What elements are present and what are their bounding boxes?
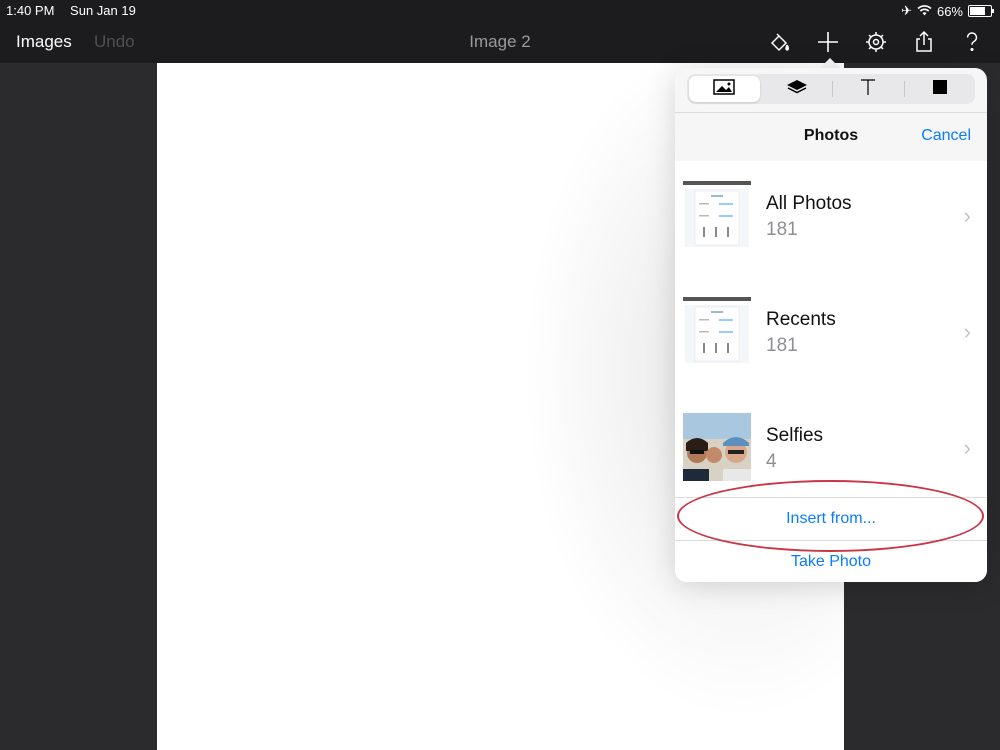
layers-icon [786, 78, 808, 101]
album-thumbnail [683, 413, 751, 481]
tab-shape[interactable] [905, 74, 976, 104]
album-name: Selfies [766, 425, 824, 446]
insert-type-segmented-control [687, 74, 975, 104]
wifi-icon [917, 4, 932, 19]
album-list: All Photos 181 › Recents 181 › Selfies 4… [675, 161, 987, 509]
tab-text[interactable] [833, 74, 904, 104]
help-icon[interactable] [958, 28, 986, 56]
battery-icon [968, 5, 994, 17]
album-count: 4 [766, 451, 777, 472]
highlight-annotation-oval [677, 480, 984, 552]
status-time: 1:40 PM [6, 3, 55, 18]
tab-layers[interactable] [762, 74, 833, 104]
chevron-right-icon: › [963, 435, 971, 460]
settings-gear-icon[interactable] [862, 28, 890, 56]
airplane-icon: ✈ [901, 3, 912, 18]
tab-image[interactable] [689, 76, 760, 102]
share-icon[interactable] [910, 28, 938, 56]
album-thumbnail [683, 297, 751, 365]
album-row-recents[interactable]: Recents 181 › [675, 277, 987, 393]
battery-percent: 66% [936, 3, 963, 19]
cancel-button[interactable]: Cancel [921, 127, 971, 145]
album-name: All Photos [766, 193, 852, 214]
album-thumbnail [683, 181, 751, 249]
undo-button[interactable]: Undo [94, 32, 135, 52]
album-count: 181 [766, 335, 798, 356]
album-row-all-photos[interactable]: All Photos 181 › [675, 161, 987, 277]
shape-icon [932, 79, 948, 100]
images-button[interactable]: Images [16, 32, 72, 52]
add-icon[interactable] [814, 28, 842, 56]
popover-arrow [820, 58, 840, 68]
top-toolbar: Images Undo Image 2 [0, 20, 1000, 63]
image-icon [713, 78, 735, 100]
popover-header: Photos Cancel [675, 112, 987, 162]
album-count: 181 [766, 219, 798, 240]
status-bar: 1:40 PM Sun Jan 19 ✈ 66% [0, 0, 1000, 20]
status-date: Sun Jan 19 [70, 3, 136, 18]
chevron-right-icon: › [963, 203, 971, 228]
text-icon [859, 78, 877, 101]
paint-bucket-icon[interactable] [766, 28, 794, 56]
chevron-right-icon: › [963, 319, 971, 344]
album-name: Recents [766, 309, 836, 330]
